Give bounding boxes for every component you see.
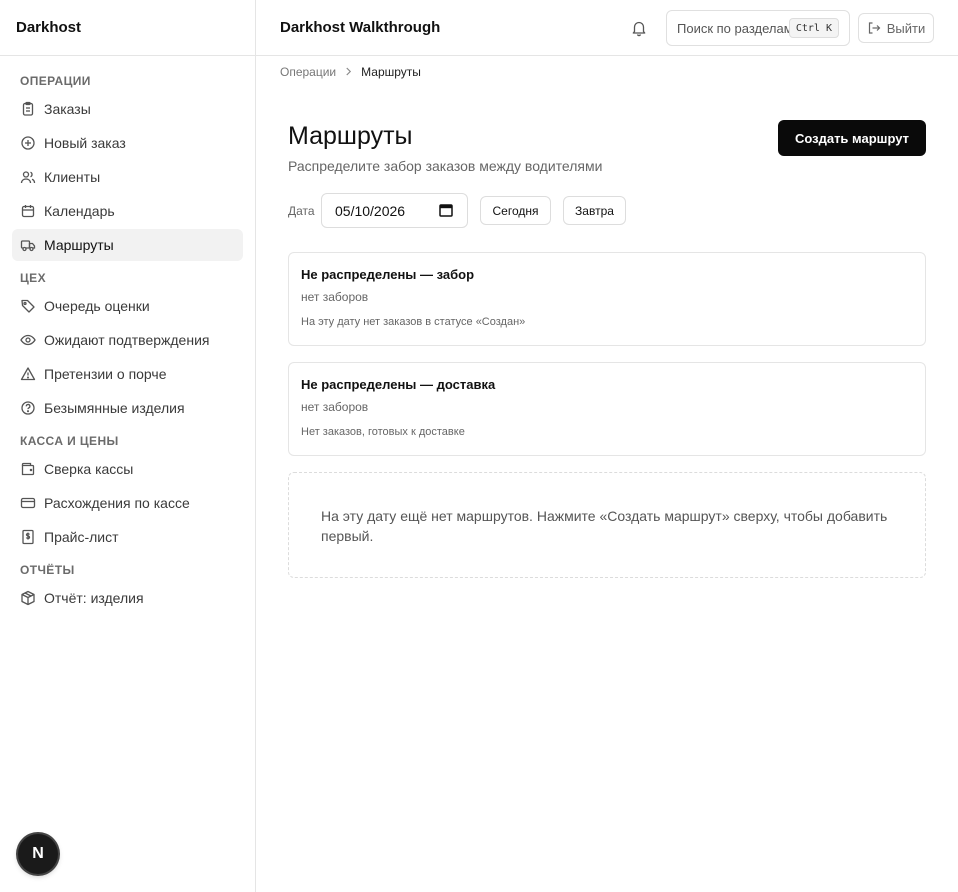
breadcrumb-current: Маршруты: [361, 65, 421, 79]
sidebar-item-routes[interactable]: Маршруты: [12, 229, 243, 261]
sidebar-item-label: Маршруты: [44, 237, 114, 253]
card-title: Не распределены — доставка: [301, 377, 496, 392]
dev-tools-badge[interactable]: N: [18, 834, 58, 874]
sidebar-item-items-report[interactable]: Отчёт: изделия: [12, 582, 243, 614]
sidebar-item-cash-discrepancies[interactable]: Расхождения по кассе: [12, 487, 243, 519]
card-subtitle: нет заборов: [301, 400, 369, 414]
sidebar-section-title: ЦЕХ: [20, 271, 46, 285]
credit-card-icon: [20, 495, 36, 511]
question-circle-icon: [20, 400, 36, 416]
sidebar-item-label: Заказы: [44, 101, 91, 117]
sidebar-item-label: Сверка кассы: [44, 461, 134, 477]
sidebar-item-label: Новый заказ: [44, 135, 126, 151]
date-input[interactable]: 05/10/2026: [321, 193, 468, 228]
bell-icon[interactable]: [630, 19, 648, 37]
search-button[interactable]: Поиск по разделам Ctrl K: [666, 10, 850, 46]
card-note: Нет заказов, готовых к доставке: [301, 426, 465, 438]
sidebar-item-label: Прайс-лист: [44, 529, 119, 545]
sidebar-item-new-order[interactable]: Новый заказ: [12, 127, 243, 159]
sidebar-item-label: Очередь оценки: [44, 298, 150, 314]
plus-circle-icon: [20, 135, 36, 151]
users-icon: [20, 169, 36, 185]
breadcrumb-parent[interactable]: Операции: [280, 65, 336, 79]
calendar-picker-icon[interactable]: [439, 203, 453, 217]
brand-logo[interactable]: Darkhost: [0, 0, 255, 56]
sidebar-section-title: ОПЕРАЦИИ: [20, 74, 91, 88]
sidebar-section-title: КАССА И ЦЕНЫ: [20, 434, 119, 448]
sidebar-item-label: Безымянные изделия: [44, 400, 185, 416]
sidebar: Darkhost ОПЕРАЦИИ Заказы Новый заказ Кли…: [0, 0, 256, 892]
sidebar-section-title: ОТЧЁТЫ: [20, 563, 75, 577]
truck-icon: [20, 237, 36, 253]
date-value: 05/10/2026: [335, 202, 406, 219]
sidebar-item-label: Ожидают подтверждения: [44, 332, 210, 348]
wallet-icon: [20, 461, 36, 477]
sidebar-item-calendar[interactable]: Календарь: [12, 195, 243, 227]
dollar-receipt-icon: [20, 529, 36, 545]
tag-icon: [20, 298, 36, 314]
date-label: Дата: [288, 204, 315, 218]
sidebar-item-cash-reconciliation[interactable]: Сверка кассы: [12, 453, 243, 485]
sidebar-item-awaiting-confirmation[interactable]: Ожидают подтверждения: [12, 324, 243, 356]
create-route-button[interactable]: Создать маршрут: [778, 120, 926, 156]
sidebar-item-orders[interactable]: Заказы: [12, 93, 243, 125]
header-title: Darkhost Walkthrough: [280, 19, 441, 36]
unassigned-pickup-card: Не распределены — забор нет заборов На э…: [288, 252, 926, 346]
empty-state: На эту дату ещё нет маршрутов. Нажмите «…: [288, 472, 926, 578]
today-button[interactable]: Сегодня: [480, 196, 551, 225]
sidebar-item-label: Расхождения по кассе: [44, 495, 190, 511]
unassigned-delivery-card: Не распределены — доставка нет заборов Н…: [288, 362, 926, 456]
warning-icon: [20, 366, 36, 382]
package-icon: [20, 590, 36, 606]
sidebar-item-unnamed-items[interactable]: Безымянные изделия: [12, 392, 243, 424]
logout-label: Выйти: [886, 20, 926, 36]
clipboard-icon: [20, 101, 36, 117]
page-title: Маршруты: [288, 122, 413, 150]
card-note: На эту дату нет заказов в статусе «Созда…: [301, 316, 526, 328]
sidebar-item-price-list[interactable]: Прайс-лист: [12, 521, 243, 553]
logout-icon: [867, 21, 887, 35]
search-shortcut-kbd: Ctrl K: [788, 18, 839, 38]
eye-icon: [20, 332, 36, 348]
chevron-right-icon: [345, 65, 352, 79]
sidebar-item-damage-claims[interactable]: Претензии о порче: [12, 358, 243, 390]
sidebar-item-label: Календарь: [44, 203, 115, 219]
sidebar-item-label: Клиенты: [44, 169, 101, 185]
sidebar-item-assessment-queue[interactable]: Очередь оценки: [12, 290, 243, 322]
card-title: Не распределены — забор: [301, 267, 475, 282]
breadcrumb: Операции Маршруты: [280, 65, 421, 79]
sidebar-item-label: Отчёт: изделия: [44, 590, 144, 606]
sidebar-nav: ОПЕРАЦИИ Заказы Новый заказ Клиенты Кале…: [0, 56, 255, 614]
logout-button[interactable]: Выйти: [858, 13, 934, 43]
sidebar-item-label: Претензии о порче: [44, 366, 167, 382]
top-header: Darkhost Walkthrough Поиск по разделам C…: [256, 0, 958, 56]
card-subtitle: нет заборов: [301, 290, 369, 304]
calendar-icon: [20, 203, 36, 219]
page-subtitle: Распределите забор заказов между водител…: [288, 158, 603, 174]
empty-state-text: На эту дату ещё нет маршрутов. Нажмите «…: [321, 508, 888, 544]
tomorrow-button[interactable]: Завтра: [563, 196, 626, 225]
sidebar-item-clients[interactable]: Клиенты: [12, 161, 243, 193]
search-placeholder: Поиск по разделам: [677, 20, 793, 36]
